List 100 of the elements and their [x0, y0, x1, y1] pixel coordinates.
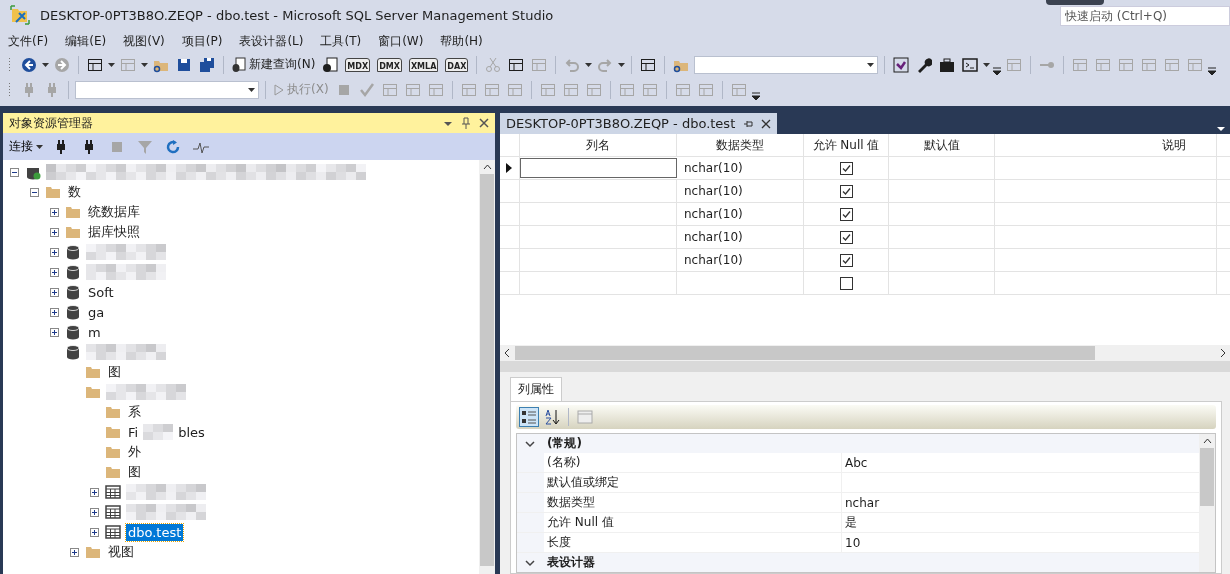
table-cell[interactable]: nchar(10) — [677, 203, 804, 225]
toolbar-button[interactable]: 新建查询(N) — [230, 56, 318, 73]
pin-icon[interactable] — [743, 118, 754, 129]
column-header[interactable]: 数据类型 — [677, 134, 804, 156]
menu-item[interactable]: 工具(T) — [316, 30, 370, 52]
expand-icon[interactable] — [70, 547, 79, 557]
save-icon[interactable] — [176, 56, 192, 73]
toolbox-icon[interactable] — [939, 56, 956, 73]
collapse-icon[interactable] — [525, 557, 535, 568]
caret-icon[interactable] — [36, 144, 43, 149]
document-tab[interactable]: DESKTOP-0PT3B8O.ZEQP - dbo.test — [500, 113, 778, 134]
tree-item[interactable]: 图 — [106, 362, 123, 382]
query-type-button[interactable]: DMX — [377, 57, 402, 72]
quick-launch-field[interactable]: 快速启动 (Ctrl+Q) — [1060, 6, 1230, 26]
name-field[interactable] — [520, 158, 677, 178]
sort-icon[interactable] — [543, 408, 561, 426]
expand-icon[interactable] — [50, 267, 59, 277]
scrollbar[interactable] — [479, 160, 495, 574]
connect-button[interactable]: 连接 — [9, 138, 43, 155]
checkbox[interactable] — [839, 207, 853, 221]
pin-icon[interactable] — [461, 117, 471, 129]
caret-icon[interactable] — [867, 62, 875, 67]
expand-icon[interactable] — [50, 287, 59, 297]
query-type-button[interactable]: DAX — [445, 57, 469, 72]
categorized-icon[interactable] — [519, 407, 539, 427]
property-value[interactable]: 10 — [842, 533, 1199, 552]
checkbox[interactable] — [839, 161, 853, 175]
console-icon[interactable] — [962, 56, 979, 73]
menu-item[interactable]: 文件(F) — [4, 30, 57, 52]
caret-icon[interactable] — [618, 62, 626, 67]
tree-item[interactable]: 统数据库 — [86, 202, 142, 222]
menu-item[interactable]: 视图(V) — [119, 30, 173, 52]
caret-icon[interactable] — [585, 62, 593, 67]
expand-icon[interactable] — [90, 527, 99, 537]
database-query-icon[interactable] — [322, 56, 339, 73]
caret-icon[interactable] — [141, 62, 148, 67]
expand-icon[interactable] — [50, 207, 59, 217]
collapse-icon[interactable] — [30, 187, 39, 197]
column-header[interactable]: 允许 Null 值 — [804, 134, 889, 156]
collapse-icon[interactable] — [10, 167, 19, 177]
collapse-icon[interactable] — [525, 438, 535, 449]
column-header[interactable]: 说明 — [995, 134, 1217, 156]
tree-item[interactable]: 系 — [126, 402, 143, 422]
tree-item[interactable]: 数 — [66, 182, 83, 202]
tree-item[interactable]: bles — [176, 423, 207, 441]
query-type-button[interactable]: MDX — [345, 57, 371, 72]
tree-item[interactable]: ga — [86, 303, 107, 321]
close-icon[interactable] — [761, 118, 772, 129]
properties-tab[interactable]: 列属性 — [510, 377, 562, 401]
caret-icon[interactable] — [42, 62, 49, 67]
expand-icon[interactable] — [90, 487, 99, 497]
tree-item[interactable]: Soft — [86, 283, 116, 301]
menu-item[interactable]: 帮助(H) — [436, 30, 491, 52]
table-cell[interactable]: nchar(10) — [677, 180, 804, 202]
menu-item[interactable]: 表设计器(L) — [235, 30, 312, 52]
back-icon[interactable] — [21, 56, 37, 73]
save-all-icon[interactable] — [199, 56, 215, 73]
scrollbar[interactable] — [1199, 434, 1215, 572]
refresh-icon[interactable] — [165, 138, 181, 155]
checkbox[interactable] — [839, 276, 853, 290]
expand-icon[interactable] — [50, 227, 59, 237]
overflow-icon[interactable] — [1208, 67, 1217, 75]
expand-icon[interactable] — [50, 247, 59, 257]
tree-item[interactable]: dbo.test — [126, 523, 184, 541]
tree-item[interactable]: 外 — [126, 442, 143, 462]
scroll-right-icon[interactable] — [1219, 348, 1227, 359]
expand-icon[interactable] — [50, 307, 59, 317]
dropdown-field[interactable] — [75, 80, 259, 99]
tree-item[interactable]: 视图 — [106, 542, 136, 562]
menu-item[interactable]: 项目(P) — [177, 30, 231, 52]
column-header[interactable]: 默认值 — [889, 134, 995, 156]
expand-icon[interactable] — [90, 507, 99, 517]
tree-item[interactable]: 据库快照 — [86, 222, 142, 242]
scroll-left-icon[interactable] — [503, 348, 511, 359]
property-value[interactable]: 是 — [842, 513, 1199, 532]
close-icon[interactable] — [479, 117, 489, 129]
dropdown-field[interactable] — [694, 55, 879, 74]
menu-item[interactable]: 窗口(W) — [374, 30, 432, 52]
caret-icon[interactable] — [248, 87, 255, 92]
tree-item[interactable]: m — [86, 323, 103, 341]
tree-item[interactable]: 图 — [126, 462, 143, 482]
query-type-button[interactable]: XMLA — [408, 57, 439, 72]
table-cell[interactable]: nchar(10) — [677, 249, 804, 271]
menu-item[interactable]: 编辑(E) — [61, 30, 115, 52]
checkbox[interactable] — [839, 184, 853, 198]
wrench-icon[interactable] — [916, 56, 933, 73]
studio-logo-icon[interactable] — [893, 56, 910, 73]
caret-icon[interactable] — [108, 62, 115, 67]
caret-icon[interactable] — [983, 62, 991, 67]
property-value[interactable]: nchar — [842, 493, 1199, 512]
property-value[interactable]: Abc — [842, 453, 1199, 472]
drag-handle[interactable] — [1046, 0, 1104, 5]
table-cell[interactable]: nchar(10) — [677, 157, 804, 179]
tree-item[interactable]: Fi — [126, 423, 141, 441]
checkbox[interactable] — [839, 230, 853, 244]
overflow-icon[interactable] — [993, 67, 1002, 75]
overflow-icon[interactable] — [751, 92, 760, 100]
column-header[interactable]: 列名 — [520, 134, 677, 156]
table-cell[interactable]: nchar(10) — [677, 226, 804, 248]
scrollbar[interactable] — [500, 345, 1230, 362]
